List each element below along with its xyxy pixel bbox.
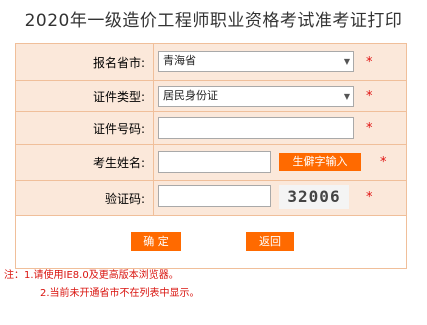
required-mark: * bbox=[366, 190, 373, 205]
required-mark: * bbox=[366, 121, 373, 136]
captcha-image[interactable]: 32006 bbox=[279, 185, 349, 209]
back-button[interactable]: 返回 bbox=[246, 232, 294, 251]
required-mark: * bbox=[380, 155, 387, 170]
rare-char-input-button[interactable]: 生僻字输入 bbox=[279, 153, 361, 171]
name-label: 考生姓名: bbox=[15, 144, 154, 181]
exam-form: 报名省市: 青海省 ▼ * 证件类型: 居民身份证 ▼ * 证件号码: * 考生… bbox=[15, 43, 407, 269]
id-type-label: 证件类型: bbox=[15, 80, 154, 112]
notes: 注：1.请使用IE8.0及更高版本浏览器。 2.当前未开通省市不在列表中显示。 bbox=[4, 267, 200, 303]
note-line-2: 2.当前未开通省市不在列表中显示。 bbox=[40, 288, 200, 299]
id-type-select[interactable]: 居民身份证 ▼ bbox=[158, 86, 354, 107]
name-input[interactable] bbox=[158, 151, 271, 173]
required-mark: * bbox=[366, 55, 373, 70]
province-label: 报名省市: bbox=[15, 43, 154, 81]
captcha-input[interactable] bbox=[158, 185, 271, 207]
province-select[interactable]: 青海省 ▼ bbox=[158, 51, 354, 72]
note-line-1: 注：1.请使用IE8.0及更高版本浏览器。 bbox=[4, 270, 179, 281]
captcha-label: 验证码: bbox=[15, 180, 154, 216]
chevron-down-icon: ▼ bbox=[343, 57, 350, 66]
chevron-down-icon: ▼ bbox=[343, 92, 350, 101]
confirm-button[interactable]: 确 定 bbox=[131, 232, 181, 251]
page-title: 2020年一级造价工程师职业资格考试准考证打印 bbox=[24, 11, 403, 31]
id-type-value: 居民身份证 bbox=[163, 89, 218, 102]
id-number-input[interactable] bbox=[158, 117, 354, 139]
id-number-label: 证件号码: bbox=[15, 111, 154, 145]
required-mark: * bbox=[366, 89, 373, 104]
province-value: 青海省 bbox=[163, 54, 196, 67]
